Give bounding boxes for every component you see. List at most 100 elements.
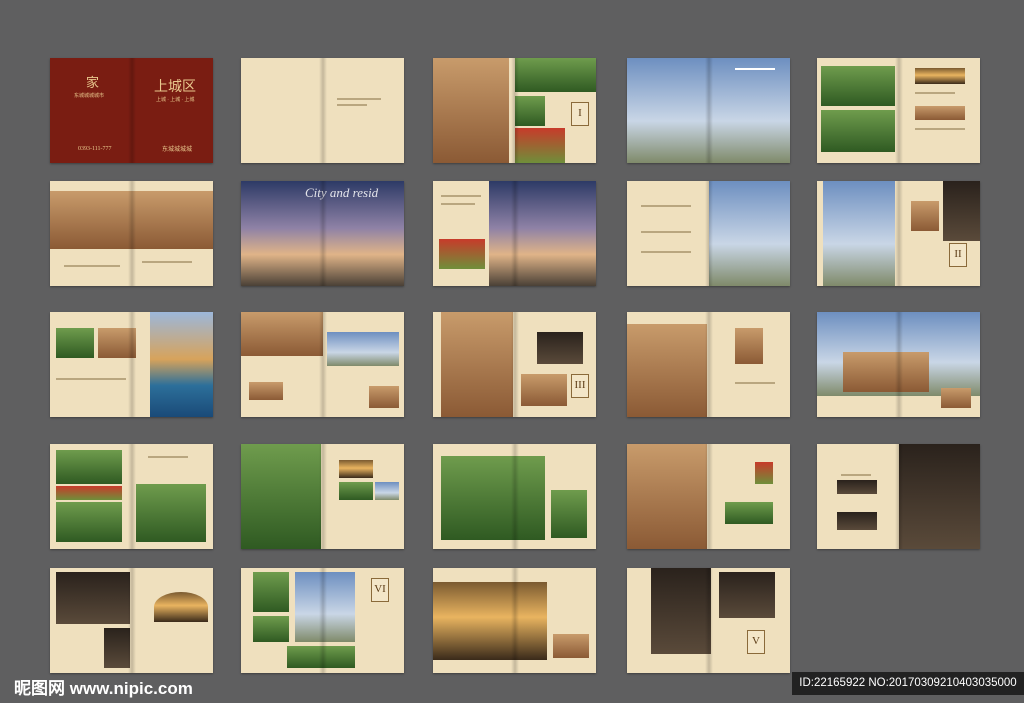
chapter-badge: II [949, 243, 967, 267]
sunset-photo [339, 460, 373, 478]
doorman-photo [899, 444, 980, 549]
spread-5-3[interactable] [433, 568, 596, 673]
spread-5-4[interactable]: V [627, 568, 790, 673]
chapter-badge: III [571, 374, 589, 398]
building-photo [98, 328, 136, 358]
cover-right-title: 上城区 [154, 80, 196, 95]
lawn-photo [339, 482, 373, 500]
text-line [148, 456, 188, 458]
office-building-photo [843, 352, 929, 392]
spread-3-3[interactable]: III [433, 312, 596, 417]
waiter-photo [719, 572, 775, 618]
balcony-photo [627, 58, 790, 163]
sunset-photo [915, 68, 965, 84]
path-photo [136, 484, 206, 542]
service-photo [56, 572, 130, 624]
overlay-title: City and resid [305, 185, 379, 200]
text-line [735, 68, 775, 70]
tower-photo [735, 328, 763, 364]
entertainment-photo [439, 239, 485, 269]
lawn-photo [287, 646, 355, 668]
lamp-photo [551, 490, 587, 538]
spread-2-3[interactable] [433, 181, 596, 286]
spread-3-5[interactable] [817, 312, 980, 417]
spread-3-2[interactable] [241, 312, 404, 417]
door-photo [911, 201, 939, 231]
street-photo [327, 332, 399, 366]
spread-5-2[interactable]: VI [241, 568, 404, 673]
arch-photo [441, 312, 513, 417]
skyline-photo [433, 582, 547, 660]
text-line [337, 98, 381, 100]
building-photo [433, 58, 509, 163]
garden-photo [56, 450, 122, 484]
building-photo [249, 382, 283, 400]
spread-2-4[interactable] [627, 181, 790, 286]
spread-2-5[interactable]: II [817, 181, 980, 286]
pool-photo [150, 312, 213, 417]
cover-left-subtitle: 东城城城城市 [74, 94, 105, 99]
plant-photo [515, 96, 545, 126]
spread-4-3[interactable] [433, 444, 596, 549]
park-photo [821, 66, 895, 106]
building-photo [56, 328, 94, 358]
lawn-photo [821, 110, 895, 152]
spread-2-2[interactable]: City and resid [241, 181, 404, 286]
spread-3-4[interactable] [627, 312, 790, 417]
spread-3-1[interactable] [50, 312, 213, 417]
spread-1-5[interactable] [817, 58, 980, 163]
cover-phone: 0393-111-777 [78, 146, 112, 152]
aerial-photo [50, 191, 213, 249]
group-photo [725, 502, 773, 524]
staff-photo [837, 480, 877, 494]
campus-photo [817, 312, 980, 396]
text-line [915, 92, 955, 94]
team-photo [837, 512, 877, 530]
spread-blank[interactable] [241, 58, 404, 163]
text-line [441, 195, 481, 197]
umbrella-photo [154, 592, 208, 622]
spread-4-1[interactable] [50, 444, 213, 549]
villa-photo [489, 181, 596, 286]
path-photo [253, 616, 289, 642]
cover-right-subtitle: 上城 · 上城 · 上城 [156, 98, 195, 103]
villa-garden-photo [441, 456, 545, 540]
spread-4-2[interactable] [241, 444, 404, 549]
people-photo [755, 462, 773, 484]
text-line [337, 104, 367, 106]
text-line [64, 265, 120, 267]
nipic-logo[interactable]: 昵图网 www.nipic.com [14, 674, 193, 699]
office-photo [241, 312, 323, 356]
staff-photo [104, 628, 130, 668]
flower-photo [56, 486, 122, 500]
water-photo [375, 482, 399, 500]
text-line [641, 205, 691, 207]
chapter-badge: I [571, 102, 589, 126]
text-line [641, 251, 691, 253]
spread-4-5[interactable] [817, 444, 980, 549]
text-line [735, 382, 775, 384]
spread-4-4[interactable] [627, 444, 790, 549]
text-line [441, 203, 475, 205]
butler-photo [651, 568, 711, 654]
building-photo [553, 634, 589, 658]
residence-photo [241, 444, 321, 549]
street-photo [915, 106, 965, 120]
stairs-photo [627, 444, 707, 549]
text-line [641, 231, 691, 233]
courtyard-photo [521, 374, 567, 406]
chapter-badge: V [747, 630, 765, 654]
spread-cover[interactable]: 家 东城城城城市 0393-111-777 上城区 上城 · 上城 · 上城 东… [50, 58, 213, 163]
flower-photo [515, 128, 565, 163]
spread-2-1[interactable] [50, 181, 213, 286]
spread-1-3[interactable]: I [433, 58, 596, 163]
cover-left-title: 家 [86, 75, 100, 90]
spread-5-1[interactable] [50, 568, 213, 673]
spread-1-4[interactable] [627, 58, 790, 163]
lane-photo [823, 181, 895, 286]
patio-photo [943, 181, 980, 241]
text-line [142, 261, 192, 263]
image-id-bar: ID:22165922 NO:20170309210403035000 [792, 672, 1024, 695]
landscape-photo [295, 572, 355, 642]
text-line [56, 378, 126, 380]
